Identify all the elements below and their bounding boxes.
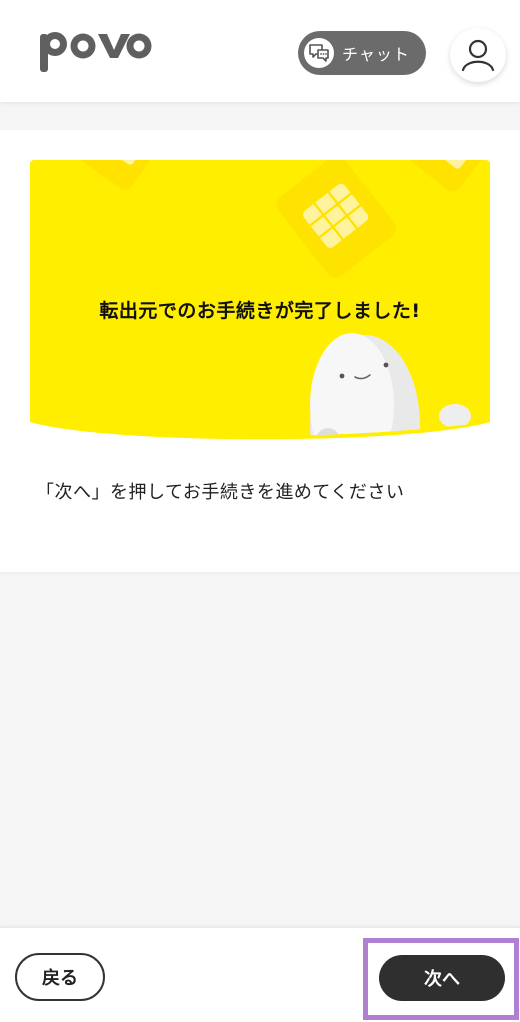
povo-logo[interactable]: povo xyxy=(36,26,152,76)
next-button[interactable]: 次へ xyxy=(379,955,505,1001)
hero-title: 転出元でのお手続きが完了しました! xyxy=(99,300,421,322)
chat-bubble-icon xyxy=(304,38,334,68)
completion-card: 転出元でのお手続きが完了しました! 「次へ」を押してお手続きを進めてください xyxy=(0,130,520,572)
footer-bar: 戻る 次へ xyxy=(0,928,520,1022)
account-button[interactable] xyxy=(450,28,506,82)
app-header: povo チャット xyxy=(0,0,520,102)
back-button[interactable]: 戻る xyxy=(15,953,105,1001)
chat-button-label: チャット xyxy=(342,45,410,64)
instruction-text: 「次へ」を押してお手続きを進めてください xyxy=(36,482,405,503)
hero-banner: 転出元でのお手続きが完了しました! xyxy=(30,160,490,462)
chat-button[interactable]: チャット xyxy=(298,31,426,75)
user-icon xyxy=(461,39,495,72)
